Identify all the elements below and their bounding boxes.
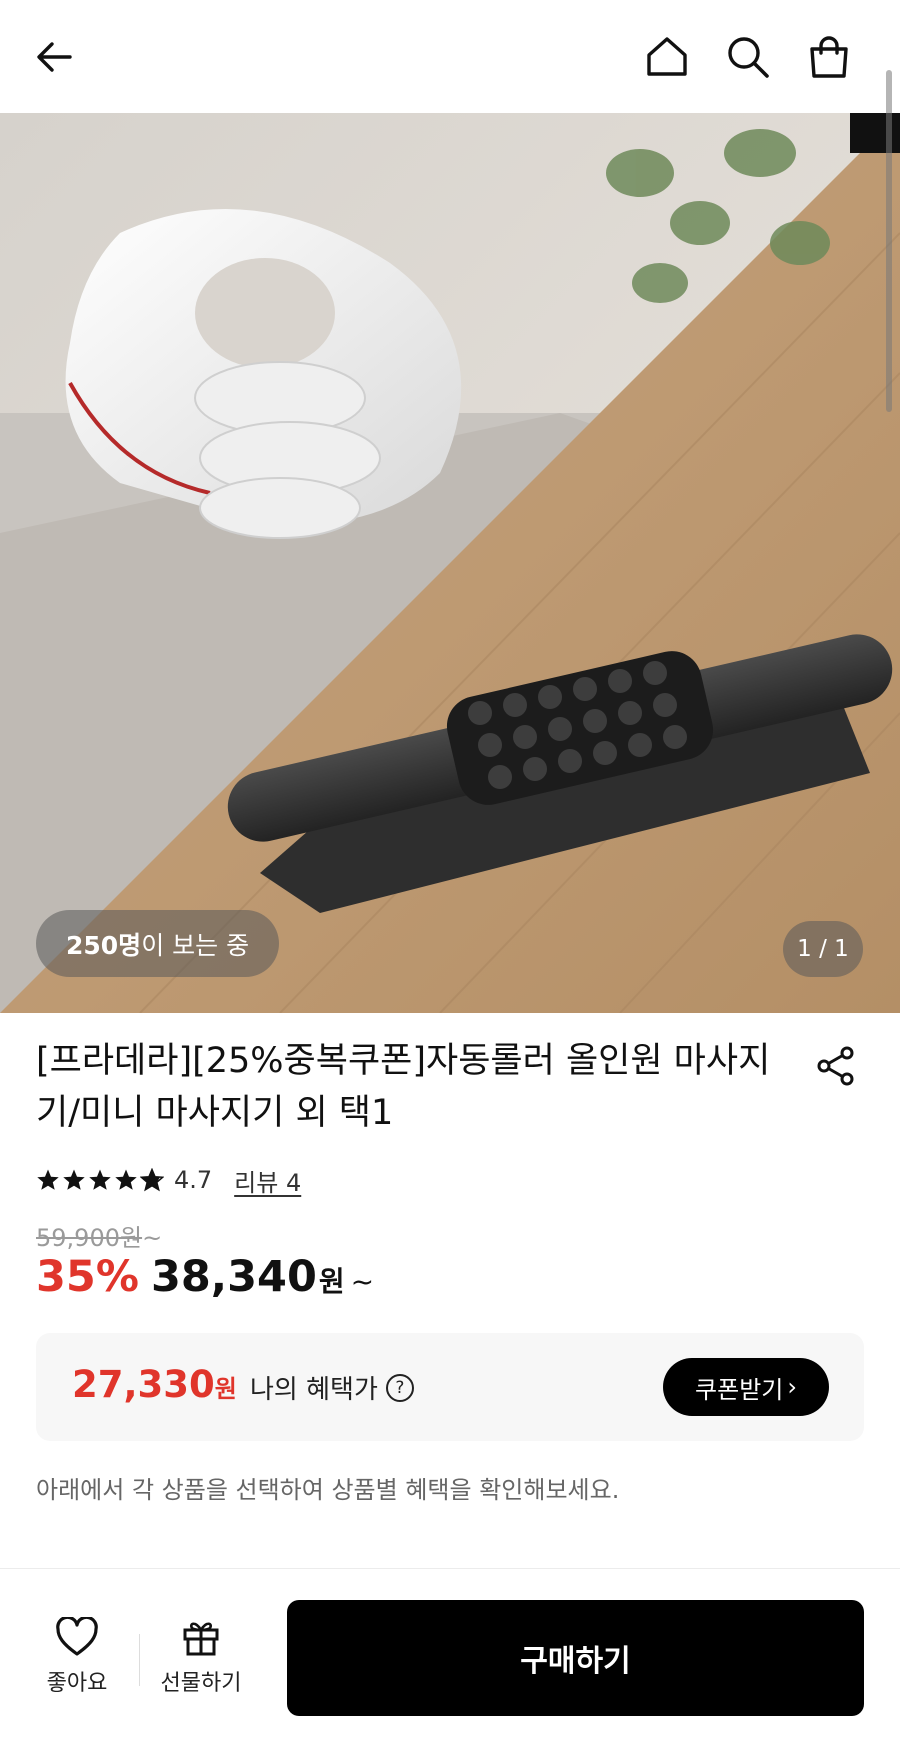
star-icon xyxy=(37,1169,59,1190)
sale-price-unit: 원 xyxy=(318,1265,345,1298)
viewers-count: 250명 xyxy=(66,930,142,960)
star-icon xyxy=(115,1169,137,1190)
viewers-suffix: 이 보는 중 xyxy=(141,930,250,960)
star-half-icon xyxy=(140,1168,164,1192)
rating-row: 4.7 리뷰 4 xyxy=(36,1160,301,1200)
like-label: 좋아요 xyxy=(46,1671,108,1696)
benefit-price-value: 27,330 xyxy=(72,1363,215,1406)
get-coupon-button[interactable]: 쿠폰받기 › xyxy=(663,1358,829,1416)
benefit-label: 나의 혜택가 ? xyxy=(250,1369,414,1406)
discount-rate: 35% xyxy=(36,1252,139,1302)
help-icon[interactable]: ? xyxy=(385,1373,414,1402)
home-button[interactable] xyxy=(637,27,697,87)
original-price-suffix: ~ xyxy=(142,1224,163,1252)
share-icon xyxy=(817,1046,854,1086)
search-button[interactable] xyxy=(718,27,778,87)
original-price-value: 59,900원 xyxy=(36,1224,143,1252)
rating-value: 4.7 xyxy=(174,1166,213,1194)
cart-button[interactable] xyxy=(799,27,859,87)
product-title: [프라데라][25%중복쿠폰]자동롤러 올인원 마사지기/미니 마사지기 외 택… xyxy=(36,1041,771,1133)
home-icon xyxy=(647,37,687,76)
sale-price-row: 35% 38,340 원 ~ xyxy=(36,1252,374,1302)
product-photo xyxy=(0,113,900,1013)
bottom-divider xyxy=(139,1634,140,1686)
bottom-action-bar: 좋아요 선물하기 구매하기 xyxy=(0,1568,900,1741)
review-link[interactable]: 리뷰 4 xyxy=(234,1163,301,1198)
search-icon xyxy=(728,37,769,78)
star-icon xyxy=(89,1169,111,1190)
back-button[interactable] xyxy=(24,27,84,87)
sale-price-suffix: ~ xyxy=(350,1265,375,1298)
buy-button[interactable]: 구매하기 xyxy=(287,1600,864,1716)
get-coupon-label: 쿠폰받기 xyxy=(695,1375,784,1404)
viewers-badge: 250명 이 보는 중 xyxy=(36,910,280,977)
gift-button[interactable]: 선물하기 xyxy=(151,1617,251,1697)
sale-price: 38,340 xyxy=(150,1252,317,1302)
gift-label: 선물하기 xyxy=(160,1671,242,1696)
share-button[interactable] xyxy=(811,1041,861,1091)
chevron-right-icon: › xyxy=(787,1373,797,1401)
top-nav-bar xyxy=(0,0,900,113)
star-icon xyxy=(63,1169,85,1190)
page-scrollbar[interactable] xyxy=(886,70,892,412)
shopping-bag-icon xyxy=(810,36,848,78)
my-benefit-box: 27,330원 나의 혜택가 ? 쿠폰받기 › xyxy=(36,1333,864,1441)
option-notice: 아래에서 각 상품을 선택하여 상품별 혜택을 확인해보세요. xyxy=(36,1476,620,1504)
gift-icon xyxy=(183,1622,219,1656)
image-pager: 1 / 1 xyxy=(783,921,863,977)
star-rating xyxy=(36,1168,164,1192)
heart-icon xyxy=(56,1617,98,1656)
like-button[interactable]: 좋아요 xyxy=(27,1617,127,1697)
arrow-left-icon xyxy=(37,42,72,72)
product-image-carousel[interactable] xyxy=(0,113,900,1013)
benefit-price: 27,330원 xyxy=(72,1363,237,1406)
benefit-price-unit: 원 xyxy=(214,1375,237,1403)
benefit-label-text: 나의 혜택가 xyxy=(250,1375,378,1405)
original-price: 59,900원~ xyxy=(36,1218,162,1253)
